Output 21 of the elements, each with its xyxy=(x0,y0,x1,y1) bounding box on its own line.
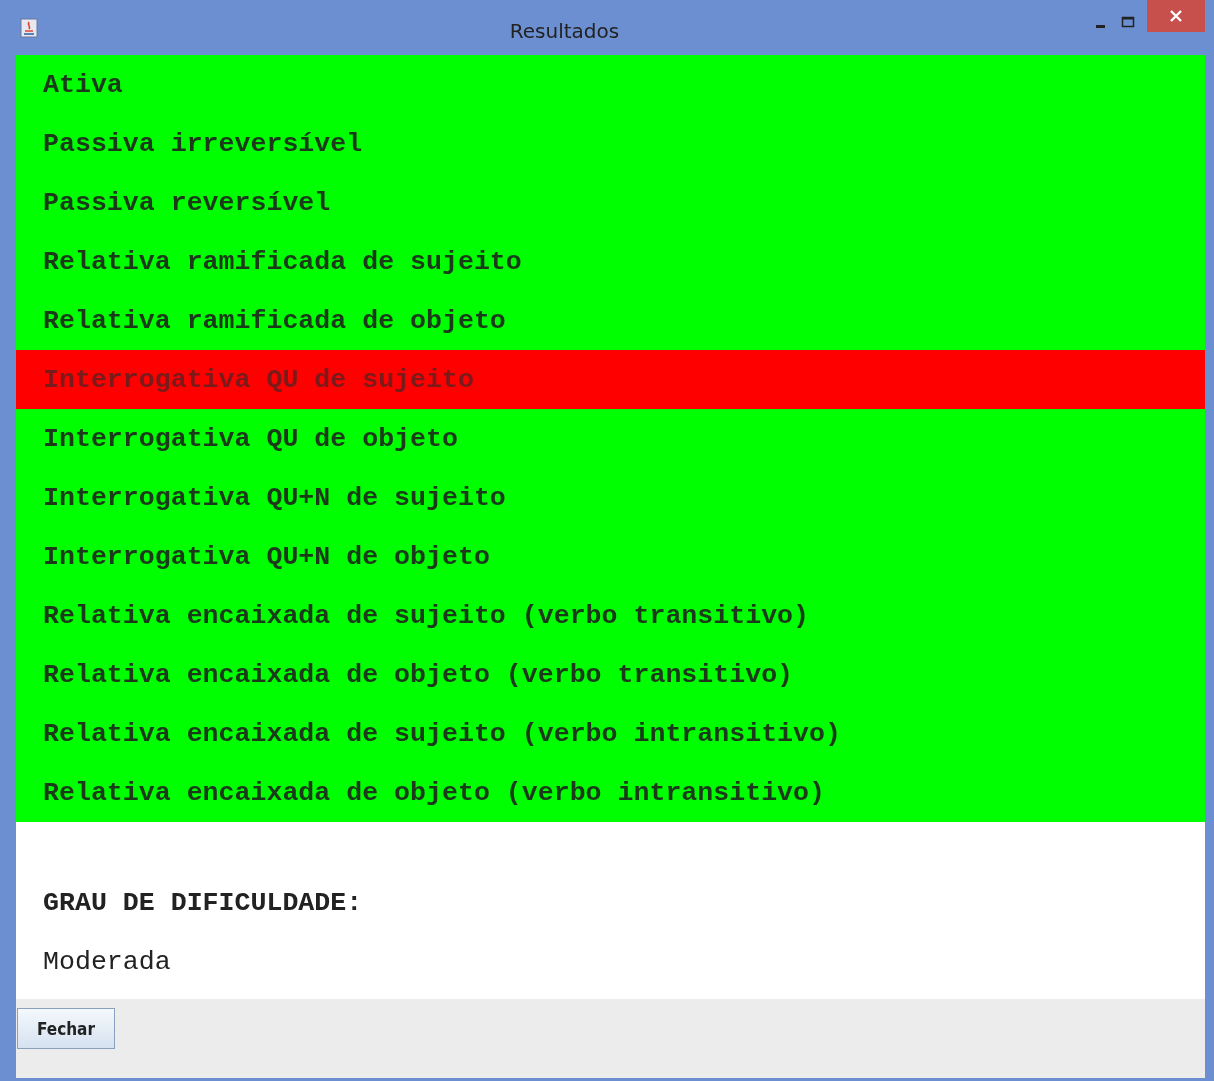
result-row: Ativa xyxy=(16,55,1205,114)
result-row: Relativa encaixada de objeto (verbo transitivo) xyxy=(16,645,1205,704)
window-title: Resultados xyxy=(508,17,621,43)
result-row: Passiva irreversível xyxy=(16,114,1205,173)
app-icon xyxy=(20,17,38,38)
close-icon xyxy=(1169,9,1183,23)
difficulty-heading: GRAU DE DIFICULDADE: xyxy=(43,886,364,920)
difficulty-value: Moderada xyxy=(43,945,172,979)
result-row: Relativa encaixada de sujeito (verbo transitivo) xyxy=(16,586,1205,645)
close-button[interactable] xyxy=(1147,0,1205,32)
result-row: Relativa encaixada de sujeito (verbo intransitivo) xyxy=(16,704,1205,763)
result-row: Relativa encaixada de objeto (verbo intransitivo) xyxy=(16,763,1205,822)
result-row: Interrogativa QU+N de sujeito xyxy=(16,468,1205,527)
result-row: Relativa ramificada de sujeito xyxy=(16,232,1205,291)
result-row: Relativa ramificada de objeto xyxy=(16,291,1205,350)
result-row: Interrogativa QU de sujeito xyxy=(16,350,1205,409)
result-row: Interrogativa QU+N de objeto xyxy=(16,527,1205,586)
minimize-icon xyxy=(1095,25,1105,28)
result-row: Passiva reversível xyxy=(16,173,1205,232)
result-row: Interrogativa QU de objeto xyxy=(16,409,1205,468)
close-dialog-button[interactable]: Fechar xyxy=(17,1008,115,1049)
